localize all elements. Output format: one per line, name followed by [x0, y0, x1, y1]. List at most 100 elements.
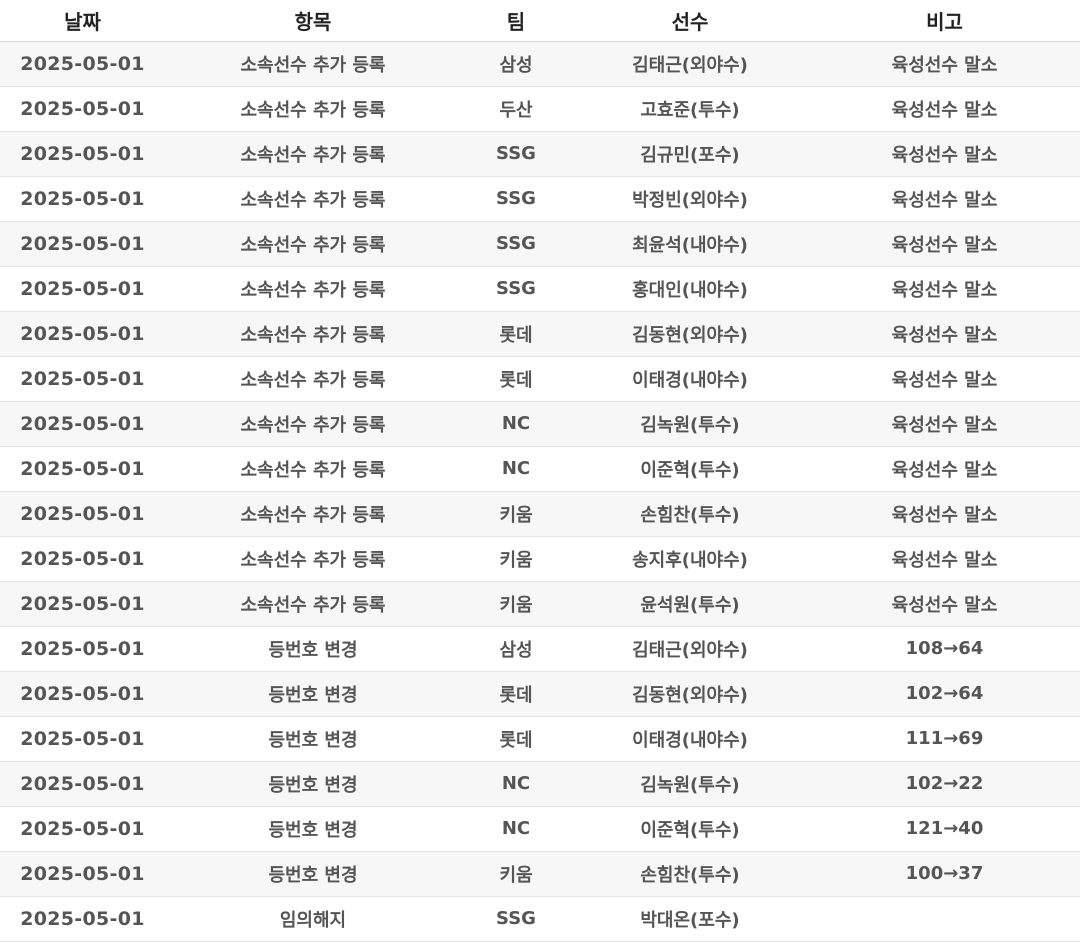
cell-note: 100→37 [809, 851, 1080, 897]
table-header: 날짜 항목 팀 선수 비고 [0, 0, 1080, 42]
cell-note: 102→22 [809, 761, 1080, 807]
cell-date: 2025-05-01 [0, 761, 165, 807]
cell-team: NC [461, 806, 571, 852]
cell-player: 윤석원(투수) [571, 581, 809, 627]
cell-team: SSG [461, 176, 571, 222]
cell-team: SSG [461, 896, 571, 942]
cell-note: 육성선수 말소 [809, 581, 1080, 627]
cell-date: 2025-05-01 [0, 356, 165, 402]
cell-note: 육성선수 말소 [809, 131, 1080, 177]
cell-team: 키움 [461, 581, 571, 627]
cell-date: 2025-05-01 [0, 86, 165, 132]
cell-team: NC [461, 761, 571, 807]
table-row: 2025-05-01 등번호 변경 키움 손힘찬(투수) 100→37 [0, 851, 1080, 897]
cell-player: 김동현(외야수) [571, 311, 809, 357]
cell-player: 이준혁(투수) [571, 446, 809, 492]
cell-note: 육성선수 말소 [809, 536, 1080, 582]
cell-item: 소속선수 추가 등록 [165, 86, 461, 132]
roster-transaction-table: 날짜 항목 팀 선수 비고 2025-05-01 소속선수 추가 등록 삼성 김태근(… [0, 0, 1080, 942]
cell-date: 2025-05-01 [0, 851, 165, 897]
cell-note: 육성선수 말소 [809, 446, 1080, 492]
cell-player: 홍대인(내야수) [571, 266, 809, 312]
table-row: 2025-05-01 등번호 변경 롯데 김동현(외야수) 102→64 [0, 671, 1080, 717]
cell-item: 임의해지 [165, 896, 461, 942]
cell-item: 등번호 변경 [165, 761, 461, 807]
cell-team: 삼성 [461, 626, 571, 672]
table-row: 2025-05-01 소속선수 추가 등록 NC 김녹원(투수) 육성선수 말소 [0, 401, 1080, 447]
cell-date: 2025-05-01 [0, 716, 165, 762]
table-row: 2025-05-01 등번호 변경 NC 이준혁(투수) 121→40 [0, 806, 1080, 852]
cell-item: 소속선수 추가 등록 [165, 491, 461, 537]
table-row: 2025-05-01 소속선수 추가 등록 키움 송지후(내야수) 육성선수 말소 [0, 536, 1080, 582]
cell-note: 육성선수 말소 [809, 86, 1080, 132]
cell-team: 두산 [461, 86, 571, 132]
column-header-item: 항목 [165, 0, 461, 42]
table-row: 2025-05-01 소속선수 추가 등록 롯데 김동현(외야수) 육성선수 말소 [0, 311, 1080, 357]
cell-player: 이준혁(투수) [571, 806, 809, 852]
cell-date: 2025-05-01 [0, 626, 165, 672]
table-header-row: 날짜 항목 팀 선수 비고 [0, 0, 1080, 42]
cell-item: 등번호 변경 [165, 716, 461, 762]
cell-player: 손힘찬(투수) [571, 851, 809, 897]
table-body: 2025-05-01 소속선수 추가 등록 삼성 김태근(외야수) 육성선수 말소 202… [0, 41, 1080, 942]
table-row: 2025-05-01 소속선수 추가 등록 삼성 김태근(외야수) 육성선수 말소 [0, 41, 1080, 87]
table-row: 2025-05-01 소속선수 추가 등록 SSG 홍대인(내야수) 육성선수 말소 [0, 266, 1080, 312]
cell-note [809, 896, 1080, 942]
cell-note: 육성선수 말소 [809, 356, 1080, 402]
table-row: 2025-05-01 임의해지 SSG 박대온(포수) [0, 896, 1080, 942]
cell-item: 소속선수 추가 등록 [165, 446, 461, 492]
cell-item: 소속선수 추가 등록 [165, 536, 461, 582]
table-row: 2025-05-01 소속선수 추가 등록 NC 이준혁(투수) 육성선수 말소 [0, 446, 1080, 492]
cell-item: 소속선수 추가 등록 [165, 41, 461, 87]
cell-item: 소속선수 추가 등록 [165, 581, 461, 627]
cell-item: 소속선수 추가 등록 [165, 176, 461, 222]
table-row: 2025-05-01 소속선수 추가 등록 키움 손힘찬(투수) 육성선수 말소 [0, 491, 1080, 537]
table-row: 2025-05-01 등번호 변경 NC 김녹원(투수) 102→22 [0, 761, 1080, 807]
cell-item: 소속선수 추가 등록 [165, 356, 461, 402]
cell-player: 김동현(외야수) [571, 671, 809, 717]
table-row: 2025-05-01 소속선수 추가 등록 롯데 이태경(내야수) 육성선수 말소 [0, 356, 1080, 402]
cell-date: 2025-05-01 [0, 806, 165, 852]
cell-item: 등번호 변경 [165, 671, 461, 717]
cell-note: 108→64 [809, 626, 1080, 672]
table-row: 2025-05-01 소속선수 추가 등록 키움 윤석원(투수) 육성선수 말소 [0, 581, 1080, 627]
cell-team: 키움 [461, 851, 571, 897]
cell-team: SSG [461, 131, 571, 177]
table-row: 2025-05-01 소속선수 추가 등록 SSG 최윤석(내야수) 육성선수 말소 [0, 221, 1080, 267]
cell-player: 김태근(외야수) [571, 41, 809, 87]
cell-note: 육성선수 말소 [809, 401, 1080, 447]
table-row: 2025-05-01 등번호 변경 롯데 이태경(내야수) 111→69 [0, 716, 1080, 762]
column-header-date: 날짜 [0, 0, 165, 42]
cell-player: 이태경(내야수) [571, 716, 809, 762]
cell-date: 2025-05-01 [0, 266, 165, 312]
cell-date: 2025-05-01 [0, 536, 165, 582]
cell-item: 소속선수 추가 등록 [165, 311, 461, 357]
cell-player: 송지후(내야수) [571, 536, 809, 582]
cell-player: 최윤석(내야수) [571, 221, 809, 267]
cell-item: 소속선수 추가 등록 [165, 401, 461, 447]
cell-team: 롯데 [461, 311, 571, 357]
cell-item: 소속선수 추가 등록 [165, 131, 461, 177]
cell-note: 육성선수 말소 [809, 221, 1080, 267]
cell-team: 삼성 [461, 41, 571, 87]
cell-player: 이태경(내야수) [571, 356, 809, 402]
cell-team: NC [461, 401, 571, 447]
cell-player: 김녹원(투수) [571, 761, 809, 807]
cell-team: SSG [461, 266, 571, 312]
cell-date: 2025-05-01 [0, 491, 165, 537]
cell-item: 소속선수 추가 등록 [165, 221, 461, 267]
cell-player: 고효준(투수) [571, 86, 809, 132]
cell-team: 롯데 [461, 356, 571, 402]
cell-team: 롯데 [461, 671, 571, 717]
cell-player: 박대온(포수) [571, 896, 809, 942]
cell-team: 키움 [461, 536, 571, 582]
cell-note: 육성선수 말소 [809, 41, 1080, 87]
cell-player: 김태근(외야수) [571, 626, 809, 672]
cell-date: 2025-05-01 [0, 446, 165, 492]
cell-date: 2025-05-01 [0, 401, 165, 447]
cell-item: 등번호 변경 [165, 626, 461, 672]
cell-date: 2025-05-01 [0, 176, 165, 222]
cell-date: 2025-05-01 [0, 671, 165, 717]
cell-team: 키움 [461, 491, 571, 537]
cell-note: 육성선수 말소 [809, 176, 1080, 222]
